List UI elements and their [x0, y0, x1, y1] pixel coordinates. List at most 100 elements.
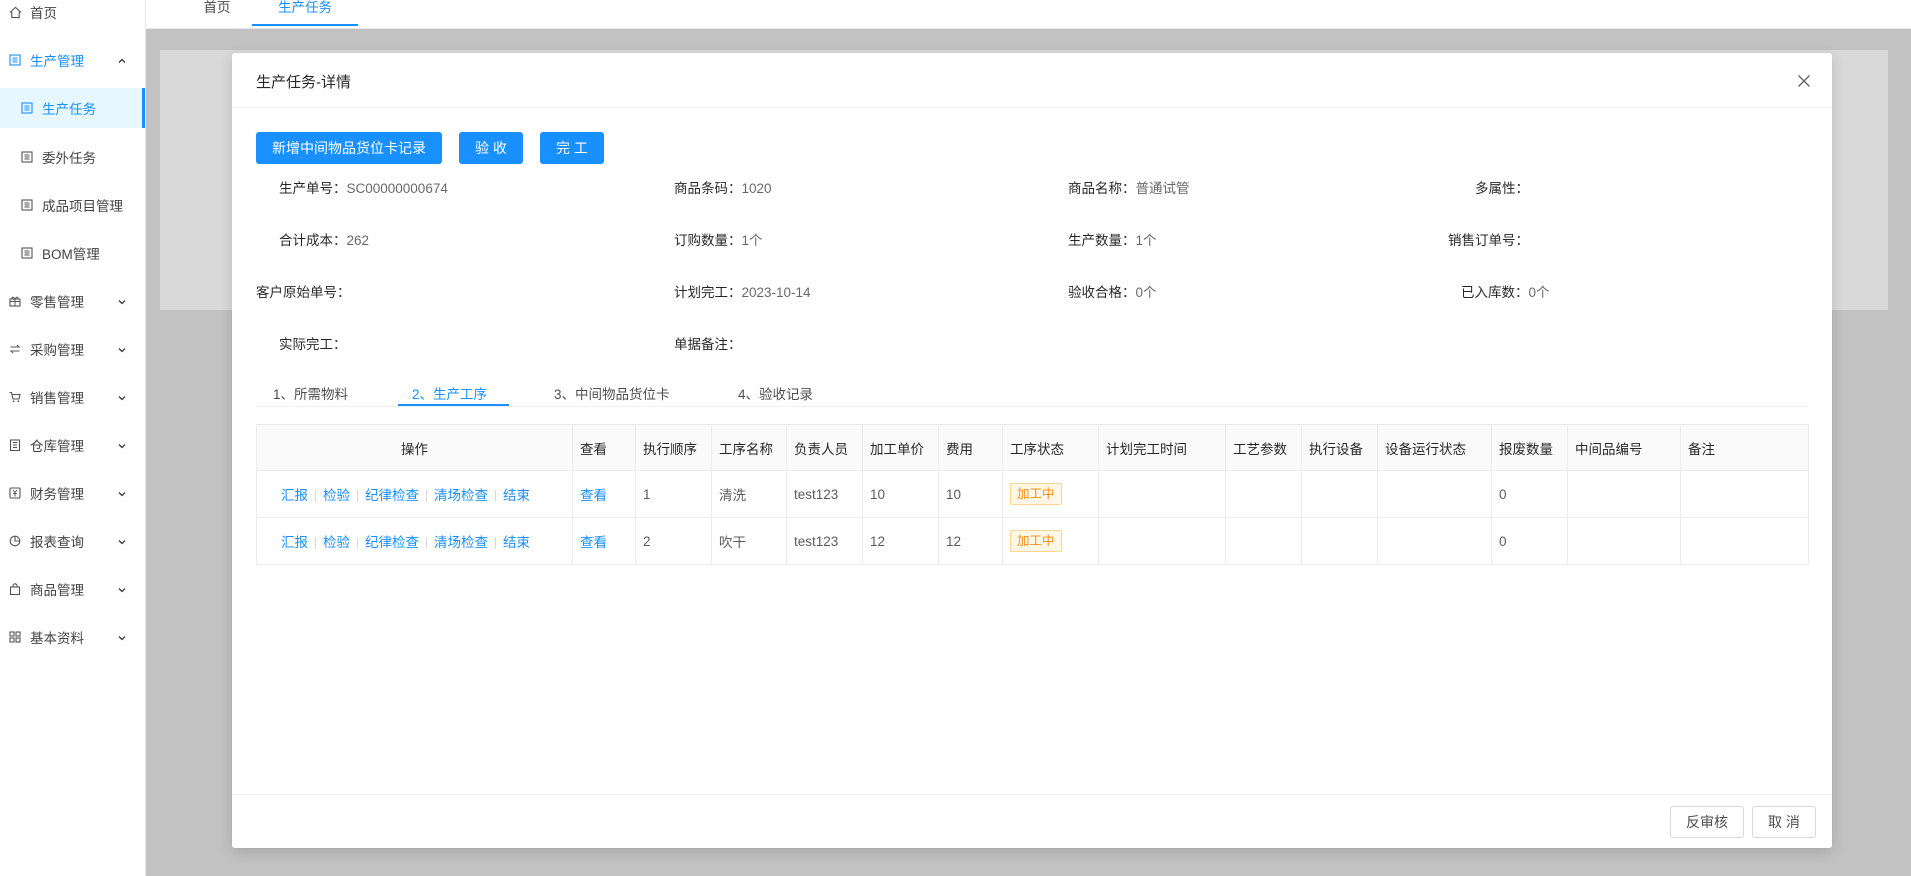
gift-icon [8, 294, 22, 308]
field-label: 计划完工： [674, 285, 742, 300]
col-header-operation: 操作 [256, 424, 573, 471]
field-barcode: 商品条码：1020 [674, 177, 772, 197]
field-production-qty: 生产数量：1个 [1068, 229, 1157, 249]
report-link[interactable]: 汇报 [281, 535, 308, 550]
cell-view: 查看 [572, 470, 636, 518]
cell-remark [1680, 470, 1809, 518]
clearance-check-link[interactable]: 清场检查 [434, 535, 488, 550]
field-accept-pass: 验收合格：0个 [1068, 281, 1157, 301]
link-divider [315, 490, 316, 503]
tab-materials[interactable]: 1、所需物料 [273, 383, 348, 403]
inspect-link[interactable]: 检验 [323, 535, 350, 550]
link-divider [315, 537, 316, 550]
view-link[interactable]: 查看 [580, 535, 607, 550]
field-label: 实际完工： [279, 337, 347, 352]
inspect-link[interactable]: 检验 [323, 488, 350, 503]
cell-process-name: 吹干 [711, 517, 787, 565]
view-link[interactable]: 查看 [580, 488, 607, 503]
cell-view: 查看 [572, 517, 636, 565]
cell-scrap: 0 [1491, 517, 1568, 565]
sidebar-item-label: 基本资料 [30, 631, 84, 646]
sidebar-item-warehouse[interactable]: 仓库管理 [0, 425, 145, 465]
field-label: 多属性： [1475, 181, 1529, 196]
field-production-no: 生产单号：SC00000000674 [279, 177, 448, 197]
sidebar-item-label: 报表查询 [30, 535, 84, 550]
sidebar-item-label: 财务管理 [30, 487, 84, 502]
sidebar-item-label: 仓库管理 [30, 439, 84, 454]
finish-button[interactable]: 完 工 [540, 132, 604, 164]
tabs-divider [256, 406, 1808, 407]
link-divider [357, 537, 358, 550]
close-icon[interactable] [1794, 71, 1814, 91]
field-remark: 单据备注： [674, 333, 742, 353]
tab-process[interactable]: 2、生产工序 [412, 383, 487, 403]
field-label: 验收合格： [1068, 285, 1136, 300]
modal-footer: 反审核 取 消 [232, 794, 1832, 848]
sidebar-item-finance[interactable]: 财务管理 [0, 473, 145, 513]
cancel-button[interactable]: 取 消 [1752, 806, 1816, 838]
field-value: SC00000000674 [346, 181, 448, 196]
sidebar-item-basic-data[interactable]: 基本资料 [0, 617, 145, 657]
cart-icon [8, 390, 22, 404]
cell-plan-time [1098, 517, 1226, 565]
tab-production-task[interactable]: 生产任务 [252, 0, 358, 26]
chevron-down-icon [117, 439, 127, 454]
cell-fee: 10 [938, 470, 1003, 518]
field-label: 合计成本： [279, 233, 347, 248]
field-plan-done: 计划完工：2023-10-14 [674, 281, 811, 301]
clearance-check-link[interactable]: 清场检查 [434, 488, 488, 503]
doc-icon [20, 246, 34, 260]
accept-button[interactable]: 验 收 [459, 132, 523, 164]
report-link[interactable]: 汇报 [281, 488, 308, 503]
home-icon [8, 5, 22, 19]
field-label: 商品名称： [1068, 181, 1136, 196]
end-link[interactable]: 结束 [503, 488, 530, 503]
end-link[interactable]: 结束 [503, 535, 530, 550]
pie-icon [8, 534, 22, 548]
field-value: 0个 [1135, 285, 1157, 300]
sidebar-item-product-project[interactable]: 成品项目管理 [0, 185, 145, 225]
modal-title: 生产任务-详情 [256, 74, 351, 91]
tab-home[interactable]: 首页 [190, 0, 244, 26]
chevron-down-icon [117, 583, 127, 598]
tab-accept-records[interactable]: 4、验收记录 [738, 383, 813, 403]
sidebar-item-goods[interactable]: 商品管理 [0, 569, 145, 609]
sidebar-item-label: 首页 [30, 6, 57, 21]
sidebar-item-outsource-task[interactable]: 委外任务 [0, 137, 145, 177]
tab-location-card[interactable]: 3、中间物品货位卡 [554, 383, 670, 403]
sidebar-item-bom[interactable]: BOM管理 [0, 233, 145, 273]
col-header-device: 执行设备 [1301, 424, 1378, 471]
sidebar-item-sales[interactable]: 销售管理 [0, 377, 145, 417]
add-location-card-button[interactable]: 新增中间物品货位卡记录 [256, 132, 442, 164]
cell-scrap: 0 [1491, 470, 1568, 518]
status-badge: 加工中 [1010, 530, 1062, 552]
cell-operations: 汇报 检验 纪律检查 清场检查 结束 [256, 517, 573, 565]
sidebar-item-home[interactable]: 首页 [0, 0, 145, 32]
sidebar-item-production[interactable]: 生产管理 [0, 40, 145, 80]
unapprove-button[interactable]: 反审核 [1670, 806, 1744, 838]
active-tab-indicator [398, 404, 509, 406]
detail-modal: 生产任务-详情 新增中间物品货位卡记录 验 收 完 工 生产单号：SC00000… [232, 53, 1832, 848]
cell-mid-no [1567, 470, 1681, 518]
cell-operations: 汇报 检验 纪律检查 清场检查 结束 [256, 470, 573, 518]
field-product-name: 商品名称：普通试管 [1068, 177, 1190, 197]
grid-icon [8, 630, 22, 644]
sidebar-item-retail[interactable]: 零售管理 [0, 281, 145, 321]
doc-icon [20, 198, 34, 212]
field-label: 商品条码： [674, 181, 742, 196]
field-label: 生产单号： [279, 181, 347, 196]
sidebar-item-reports[interactable]: 报表查询 [0, 521, 145, 561]
sidebar-item-purchase[interactable]: 采购管理 [0, 329, 145, 369]
discipline-check-link[interactable]: 纪律检查 [365, 535, 419, 550]
field-sales-order-no: 销售订单号： [1448, 229, 1529, 249]
cell-device [1301, 517, 1378, 565]
link-divider [426, 490, 427, 503]
link-divider [426, 537, 427, 550]
sidebar-item-production-task[interactable]: 生产任务 [0, 88, 145, 128]
link-divider [495, 490, 496, 503]
col-header-seq: 执行顺序 [635, 424, 712, 471]
cell-fee: 12 [938, 517, 1003, 565]
chevron-down-icon [117, 295, 127, 310]
discipline-check-link[interactable]: 纪律检查 [365, 488, 419, 503]
field-label: 单据备注： [674, 337, 742, 352]
